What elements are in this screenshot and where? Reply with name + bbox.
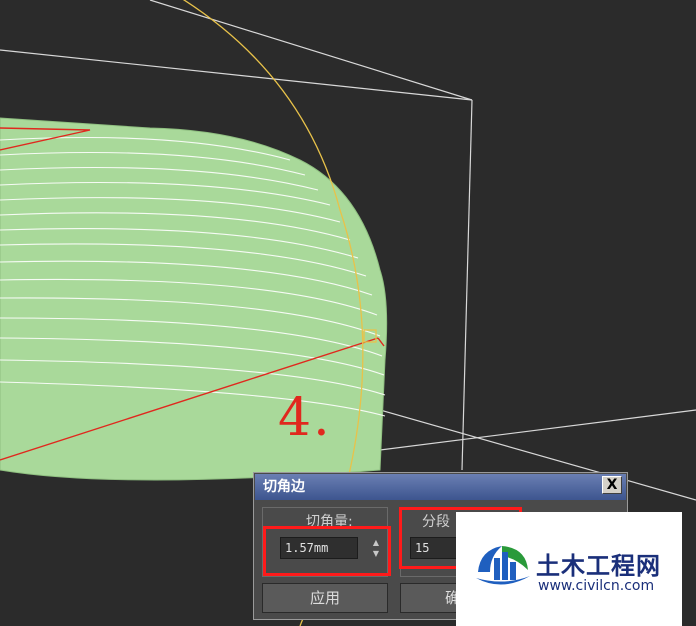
civilcn-logo-icon <box>476 546 530 585</box>
dialog-titlebar[interactable]: 切角边 <box>255 474 626 500</box>
amount-highlight <box>263 526 391 576</box>
step-annotation: 4. <box>278 388 332 448</box>
watermark-title: 土木工程网 <box>536 552 661 580</box>
apply-button[interactable]: 应用 <box>262 583 388 613</box>
close-button[interactable]: X <box>602 476 622 494</box>
dialog-title: 切角边 <box>263 479 305 495</box>
watermark: 土木工程网 www.civilcn.com <box>456 512 682 626</box>
watermark-url: www.civilcn.com <box>538 578 655 594</box>
